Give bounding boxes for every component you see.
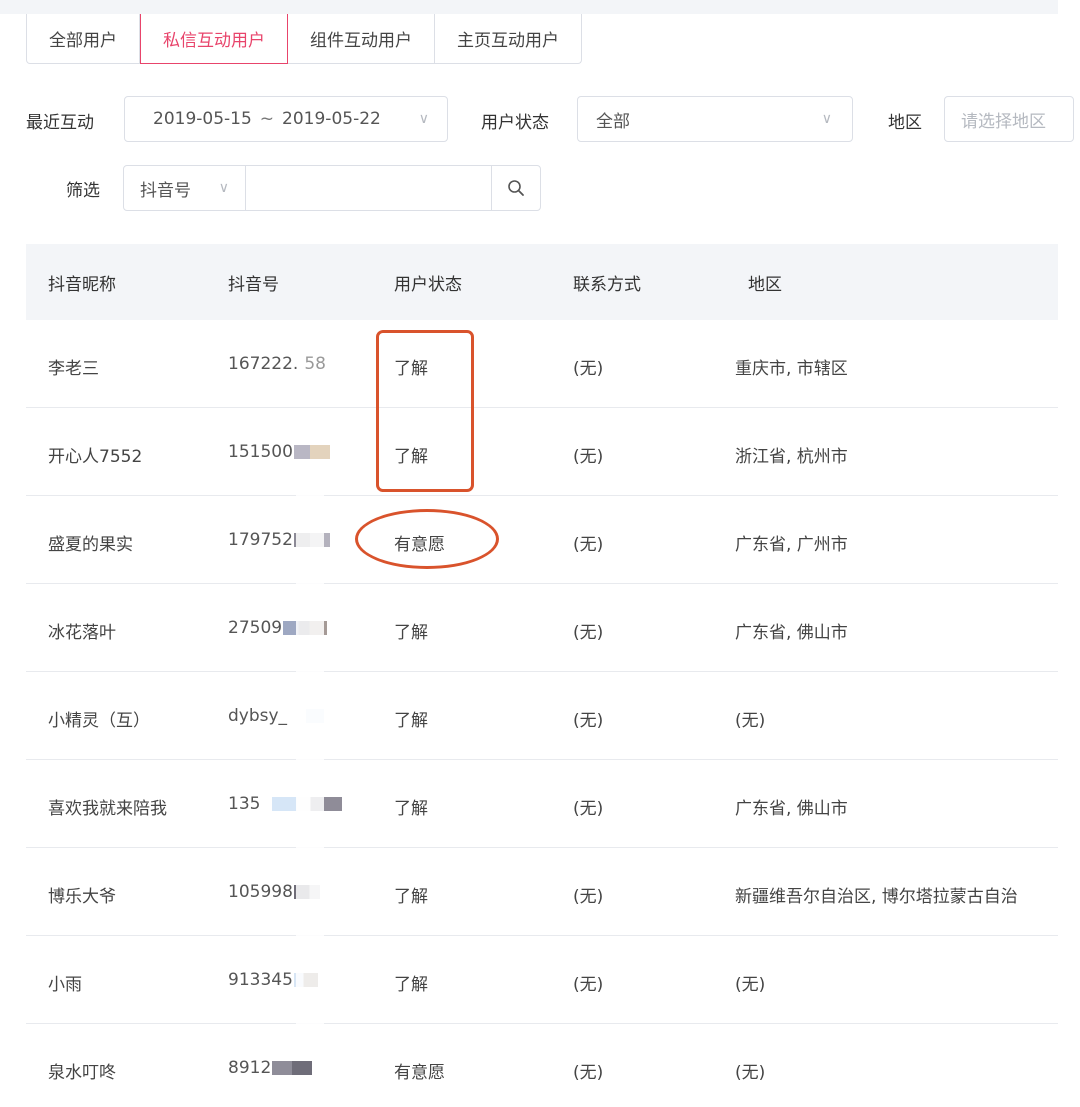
cell-nickname: 冰花落叶 [48, 623, 116, 643]
douyin-id-text: 151500 [228, 442, 293, 462]
douyin-id-text: 135 [228, 794, 261, 814]
cell-contact: (无) [573, 887, 604, 907]
user-status-select[interactable]: 全部 ∨ [577, 96, 853, 142]
douyin-id-text: 8912 [228, 1058, 272, 1078]
redacted-block [272, 1061, 313, 1075]
user-tabs: 全部用户 私信互动用户 组件互动用户 主页互动用户 [26, 14, 582, 64]
tab-all-users[interactable]: 全部用户 [26, 14, 140, 64]
cell-contact: (无) [573, 535, 604, 555]
cell-region: 浙江省, 杭州市 [735, 447, 848, 467]
douyin-id-tail: 58 [304, 354, 326, 374]
cell-user-status: 了解 [394, 711, 428, 731]
cell-user-status: 了解 [394, 975, 428, 995]
header-contact: 联系方式 [573, 275, 641, 295]
cell-douyin-id: 167222. 58 [228, 354, 326, 374]
douyin-id-text: 913345 [228, 970, 293, 990]
cell-user-status: 了解 [394, 887, 428, 907]
cell-nickname: 博乐大爷 [48, 887, 116, 907]
cell-nickname: 喜欢我就来陪我 [48, 799, 167, 819]
cell-douyin-id: 8912 [228, 1058, 313, 1078]
header-nickname: 抖音昵称 [48, 275, 116, 295]
tab-widget-users[interactable]: 组件互动用户 [288, 14, 435, 64]
header-region: 地区 [748, 275, 782, 295]
tab-homepage-users[interactable]: 主页互动用户 [435, 14, 582, 64]
cell-nickname: 小精灵（互） [48, 711, 150, 731]
chevron-down-icon: ∨ [418, 111, 429, 127]
top-bar [0, 0, 1058, 14]
header-douyin-id: 抖音号 [228, 275, 279, 295]
cell-nickname: 泉水叮咚 [48, 1063, 116, 1083]
cell-region: (无) [735, 1063, 766, 1083]
table-row[interactable]: 盛夏的果实 179752 有意愿 (无) 广东省, 广州市 [26, 496, 1058, 584]
region-placeholder: 请选择地区 [961, 111, 1046, 132]
cell-region: (无) [735, 975, 766, 995]
cell-contact: (无) [573, 799, 604, 819]
cell-region: 广东省, 佛山市 [735, 623, 848, 643]
cell-contact: (无) [573, 975, 604, 995]
douyin-id-text: dybsy_ [228, 706, 288, 726]
cell-contact: (无) [573, 711, 604, 731]
date-end: 2019-05-22 [282, 109, 381, 129]
redacted-block [293, 445, 330, 459]
filter-group: 抖音号 ∨ [123, 165, 541, 211]
douyin-id-text: 167222. [228, 354, 299, 374]
header-user-status: 用户状态 [394, 275, 462, 295]
cell-nickname: 小雨 [48, 975, 82, 995]
region-label: 地区 [888, 113, 922, 133]
cell-contact: (无) [573, 447, 604, 467]
search-button[interactable] [492, 166, 540, 210]
cell-region: 新疆维吾尔自治区, 博尔塔拉蒙古自治 [735, 887, 1018, 907]
filter-search-input[interactable] [246, 166, 492, 210]
user-status-value: 全部 [596, 111, 630, 132]
filter-type-value: 抖音号 [140, 180, 191, 201]
user-status-label: 用户状态 [481, 113, 549, 133]
annotation-highlight-ellipse [355, 509, 499, 569]
table-row[interactable]: 李老三 167222. 58 了解 (无) 重庆市, 市辖区 [26, 320, 1058, 408]
cell-region: 广东省, 佛山市 [735, 799, 848, 819]
date-start: 2019-05-15 [153, 109, 252, 129]
table-row[interactable]: 博乐大爷 105998 了解 (无) 新疆维吾尔自治区, 博尔塔拉蒙古自治 [26, 848, 1058, 936]
table-row[interactable]: 小精灵（互） dybsy_ 了解 (无) (无) [26, 672, 1058, 760]
date-range-picker[interactable]: 2019-05-15 ~ 2019-05-22 ∨ [124, 96, 448, 142]
cell-region: 重庆市, 市辖区 [735, 359, 848, 379]
douyin-id-text: 179752 [228, 530, 293, 550]
cell-user-status: 有意愿 [394, 1063, 445, 1083]
annotation-highlight-box [376, 330, 474, 492]
search-icon [508, 180, 524, 196]
chevron-down-icon: ∨ [821, 111, 832, 127]
cell-contact: (无) [573, 359, 604, 379]
table-row[interactable]: 冰花落叶 27509 了解 (无) 广东省, 佛山市 [26, 584, 1058, 672]
cell-contact: (无) [573, 623, 604, 643]
table-row[interactable]: 小雨 913345 了解 (无) (无) [26, 936, 1058, 1024]
tab-dm-users[interactable]: 私信互动用户 [140, 14, 288, 64]
cell-contact: (无) [573, 1063, 604, 1083]
cell-nickname: 李老三 [48, 359, 99, 379]
cell-user-status: 了解 [394, 799, 428, 819]
cell-douyin-id: 135 [228, 794, 343, 814]
table-row[interactable]: 泉水叮咚 8912 有意愿 (无) (无) [26, 1024, 1058, 1107]
cell-douyin-id: dybsy_ [228, 706, 349, 726]
date-separator: ~ [259, 109, 275, 129]
table-header: 抖音昵称 抖音号 用户状态 联系方式 地区 [26, 244, 1058, 320]
cell-region: (无) [735, 711, 766, 731]
douyin-id-text: 105998 [228, 882, 293, 902]
region-select[interactable]: 请选择地区 [944, 96, 1074, 142]
douyin-id-text: 27509 [228, 618, 283, 638]
cell-douyin-id: 151500 [228, 442, 330, 462]
recent-interaction-label: 最近互动 [26, 113, 94, 133]
table-row[interactable]: 开心人7552 151500 了解 (无) 浙江省, 杭州市 [26, 408, 1058, 496]
cell-nickname: 开心人7552 [48, 447, 143, 467]
redaction-smudge [296, 470, 324, 1050]
chevron-down-icon: ∨ [218, 180, 229, 196]
table-row[interactable]: 喜欢我就来陪我 135 了解 (无) 广东省, 佛山市 [26, 760, 1058, 848]
cell-region: 广东省, 广州市 [735, 535, 848, 555]
cell-user-status: 了解 [394, 623, 428, 643]
cell-nickname: 盛夏的果实 [48, 535, 133, 555]
filter-label: 筛选 [66, 181, 100, 201]
filter-type-select[interactable]: 抖音号 ∨ [124, 166, 246, 210]
